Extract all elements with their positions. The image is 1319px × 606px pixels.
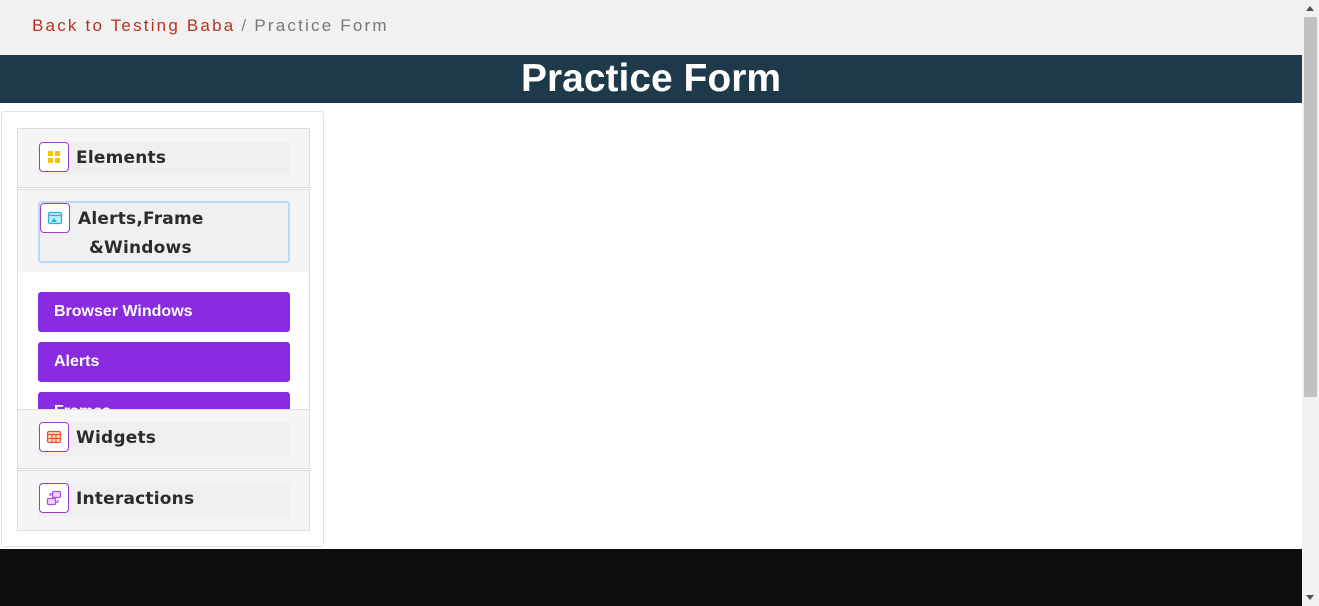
sidebar: Elements Alerts,Frame &Windows Browser W…	[1, 111, 324, 547]
sidebar-group-interactions-header[interactable]: Interactions	[38, 483, 290, 517]
sidebar-group-widgets-header[interactable]: Widgets	[38, 422, 290, 456]
submenu-item-alerts[interactable]: Alerts	[38, 342, 290, 382]
interaction-icon	[39, 483, 69, 513]
page-title: Practice Form	[520, 57, 782, 100]
sidebar-group-interactions[interactable]: Interactions	[17, 470, 310, 531]
sidebar-group-alerts-frame-windows[interactable]: Alerts,Frame &Windows	[17, 189, 310, 273]
scroll-up-arrow-icon[interactable]	[1306, 6, 1314, 11]
scroll-down-arrow-icon[interactable]	[1306, 595, 1314, 600]
sidebar-group-widgets[interactable]: Widgets	[17, 409, 310, 469]
submenu-item-frames[interactable]: Frames	[38, 392, 290, 409]
sidebar-group-elements[interactable]: Elements	[17, 128, 310, 188]
sidebar-group-label: Elements	[76, 148, 167, 168]
breadcrumb: Back to Testing Baba / Practice Form	[32, 16, 389, 36]
window-icon	[40, 203, 70, 233]
footer	[0, 549, 1302, 606]
grid-icon	[39, 142, 69, 172]
scrollbar-thumb[interactable]	[1304, 17, 1317, 397]
sidebar-group-label-line2: &Windows	[89, 238, 192, 258]
alerts-submenu: Browser Windows Alerts Frames	[17, 272, 310, 409]
widget-table-icon	[39, 422, 69, 452]
breadcrumb-bar: Back to Testing Baba / Practice Form	[0, 0, 1302, 55]
sidebar-group-alerts-header[interactable]: Alerts,Frame &Windows	[38, 201, 290, 263]
sidebar-group-label: Interactions	[76, 489, 195, 509]
breadcrumb-separator: /	[241, 16, 249, 35]
sidebar-group-elements-header[interactable]: Elements	[38, 142, 290, 175]
submenu-item-browser-windows[interactable]: Browser Windows	[38, 292, 290, 332]
sidebar-group-label-line1: Alerts,Frame	[78, 209, 204, 229]
breadcrumb-current: Practice Form	[254, 16, 389, 35]
vertical-scrollbar[interactable]	[1302, 0, 1319, 606]
back-to-testing-baba-link[interactable]: Back to Testing Baba	[32, 16, 235, 35]
title-bar: Practice Form	[0, 55, 1302, 103]
sidebar-group-label: Widgets	[76, 428, 157, 448]
